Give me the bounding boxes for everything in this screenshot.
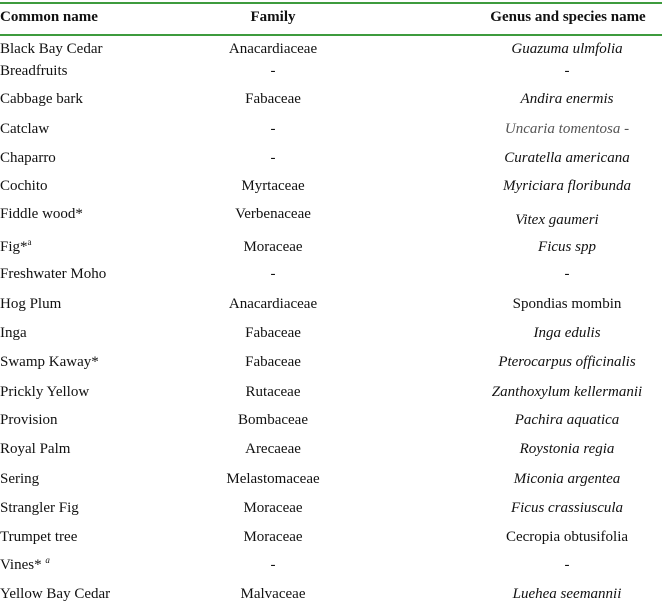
table-row: Strangler Fig Moraceae Ficus crassiuscula [0,498,662,520]
family-cell: Malvaceae [240,586,306,602]
common-name-cell: Inga [0,325,27,341]
common-name-cell: Cochito [0,178,48,194]
footnote-marker: a [45,555,50,565]
family-cell: - [270,557,276,573]
table-row: Royal Palm Arecaeae Roystonia regia [0,439,662,461]
common-name-cell: Hog Plum [0,296,62,312]
species-cell: Ficus crassiuscula [510,500,624,516]
species-cell: Inga edulis [533,325,601,341]
table-row: Vines* a - - [0,555,662,577]
common-name-cell: Catclaw [0,121,50,137]
table-row: Black Bay Cedar Anacardiaceae Guazuma ulmf… [0,39,662,61]
table-row: Provision Bombaceae Pachira aquatica [0,410,662,432]
header-species: Genus and species name [490,9,646,25]
family-cell: Anacardiaceae [228,296,318,312]
header-rule [0,34,662,36]
common-name-cell: Royal Palm [0,441,71,457]
species-cell: Spondias mombin [512,296,622,312]
common-name-cell: Sering [0,471,40,487]
table-row: Fig*a Moraceae Ficus spp [0,237,662,259]
table-row: Catclaw - Uncaria tomentosa - [0,119,662,141]
species-cell: Myriciara floribunda [503,178,631,194]
table-row: Breadfruits - - [0,61,662,83]
species-cell: Roystonia regia [519,441,615,457]
species-cell: - [564,63,570,79]
species-cell: - [564,266,570,282]
header-common-name: Common name [0,9,98,25]
species-cell: - [564,557,570,573]
family-cell: Melastomaceae [226,471,320,487]
species-cell: Zanthoxylum kellermanii [491,384,643,400]
family-cell: Moraceae [243,239,303,255]
header-family: Family [250,9,296,25]
common-name-cell: Prickly Yellow [0,384,90,400]
species-cell: Andira enermis [520,91,614,107]
species-cell: Uncaria tomentosa - [504,121,630,137]
family-cell: Fabaceae [245,325,301,341]
table-row: Hog Plum Anacardiaceae Spondias mombin [0,294,662,316]
common-name-cell: Cabbage bark [0,91,83,107]
family-cell: Rutaceae [245,384,301,400]
table-row: Fiddle wood* Verbenaceae Vitex gaumeri [0,204,662,228]
table-row: Cabbage bark Fabaceae Andira enermis [0,89,662,111]
family-cell: Moraceae [243,500,303,516]
table-row: Swamp Kaway* Fabaceae Pterocarpus officina… [0,352,662,374]
common-name-cell: Vines* a [0,555,50,574]
footnote-marker: a [27,237,32,247]
species-cell: Pterocarpus officinalis [498,354,636,370]
table-row: Cochito Myrtaceae Myriciara floribunda [0,176,662,198]
common-name-cell: Trumpet tree [0,529,78,545]
family-cell: Fabaceae [245,354,301,370]
species-cell: Luehea seemannii [512,586,622,602]
table-row: Inga Fabaceae Inga edulis [0,323,662,345]
common-name-cell: Breadfruits [0,63,68,79]
common-name-cell: Swamp Kaway* [0,354,99,370]
table-row: Freshwater Moho - - [0,264,662,286]
species-cell: Curatella americana [504,150,630,166]
common-name-cell: Freshwater Moho [0,266,107,282]
table-row: Sering Melastomaceae Miconia argentea [0,469,662,491]
family-cell: Myrtaceae [241,178,305,194]
family-cell: Moraceae [243,529,303,545]
species-cell: Vitex gaumeri [515,212,599,228]
family-cell: Bombaceae [238,412,308,428]
species-cell: Guazuma ulmfolia [511,41,623,57]
family-cell: Anacardiaceae [228,41,318,57]
family-cell: Arecaeae [245,441,301,457]
family-cell: - [270,63,276,79]
table-row: Trumpet tree Moraceae Cecropia obtusifolia [0,527,662,549]
top-rule [0,2,662,4]
family-cell: - [270,150,276,166]
common-name-cell: Fig*a [0,237,32,256]
family-cell: - [270,121,276,137]
table-row: Yellow Bay Cedar Malvaceae Luehea seemanni… [0,584,662,606]
table-row: Chaparro - Curatella americana [0,148,662,170]
common-name-cell: Provision [0,412,58,428]
family-cell: Verbenaceae [235,206,311,222]
common-name-cell: Black Bay Cedar [0,41,103,57]
family-cell: Fabaceae [245,91,301,107]
common-name-cell: Chaparro [0,150,56,166]
table-row: Prickly Yellow Rutaceae Zanthoxylum keller… [0,382,662,404]
common-name-cell: Fiddle wood* [0,206,83,222]
family-cell: - [270,266,276,282]
species-cell: Miconia argentea [513,471,621,487]
species-cell: Pachira aquatica [514,412,620,428]
common-name-cell: Yellow Bay Cedar [0,586,111,602]
species-cell: Ficus spp [538,239,596,255]
common-name-cell: Strangler Fig [0,500,79,516]
species-cell: Cecropia obtusifolia [505,529,629,545]
